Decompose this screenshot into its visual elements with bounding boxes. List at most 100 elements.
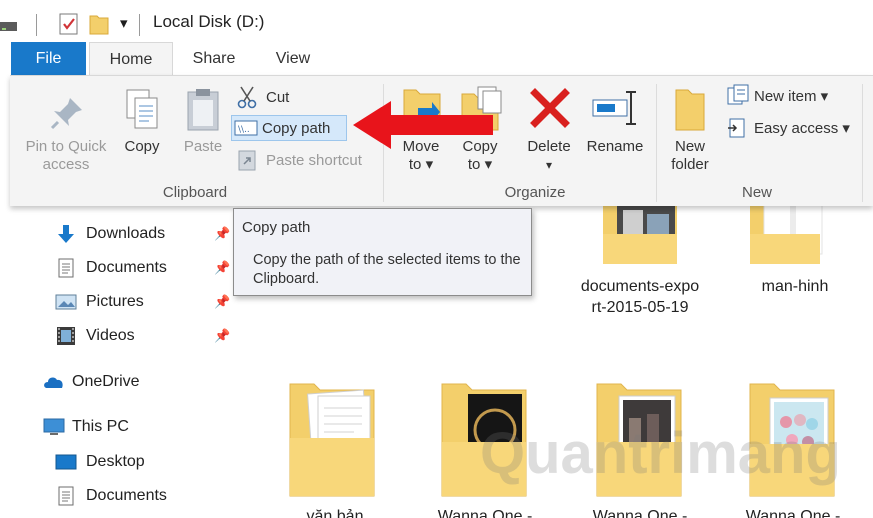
copy-icon: [126, 89, 158, 129]
title-separator: [36, 14, 37, 36]
copy-button[interactable]: Copy: [117, 86, 167, 166]
nav-item-label: Documents: [86, 259, 167, 276]
button-label: New: [674, 138, 705, 155]
tab-file[interactable]: File: [11, 42, 86, 75]
delete-button[interactable]: Delete ▾: [518, 84, 580, 182]
nav-item-documents-pc[interactable]: Documents: [55, 483, 167, 509]
new-folder-quick-icon[interactable]: [88, 12, 110, 36]
button-label: Copy: [124, 138, 160, 155]
desktop-icon: [55, 454, 77, 470]
group-separator: [656, 84, 657, 202]
pin-icon: [50, 98, 82, 130]
nav-item-label: Desktop: [86, 453, 145, 470]
nav-item-label: Documents: [86, 487, 167, 504]
svg-text:\\..: \\..: [238, 125, 250, 135]
easy-access-icon: [728, 118, 745, 138]
folder-icon: [603, 200, 677, 264]
computer-icon: [43, 418, 65, 435]
documents-icon: [58, 258, 74, 278]
cut-button[interactable]: Cut: [236, 84, 289, 110]
file-name[interactable]: Wanna One -: [420, 506, 550, 518]
folder-thumbnail[interactable]: [288, 378, 380, 498]
tooltip-title: Copy path: [242, 219, 311, 236]
paste-shortcut-button[interactable]: Paste shortcut: [236, 147, 362, 173]
nav-item-documents[interactable]: Documents: [55, 255, 167, 281]
new-item-button[interactable]: New item ▾: [726, 83, 828, 109]
nav-item-label: Downloads: [86, 225, 166, 242]
button-label: folder: [671, 156, 709, 173]
button-label: Pin to Quick: [25, 138, 107, 155]
file-name-line: rt-2015-05-19: [591, 299, 689, 316]
new-folder-button[interactable]: New folder: [662, 84, 718, 182]
properties-icon[interactable]: [58, 12, 80, 36]
pin-icon[interactable]: 📌: [214, 260, 230, 276]
drive-icon[interactable]: [0, 19, 18, 33]
clipboard-icon: [187, 89, 219, 131]
ribbon-tab-strip: File Home Share View: [0, 42, 873, 76]
nav-item-desktop[interactable]: Desktop: [55, 449, 145, 475]
paste-button[interactable]: Paste: [177, 86, 229, 166]
group-label-organize: Organize: [504, 184, 566, 201]
file-name-line: documents-expo: [580, 278, 700, 295]
file-explorer-window: ▾ Local Disk (D:) File Home Share View D…: [0, 0, 873, 518]
pin-to-quick-access-button[interactable]: Pin to Quick access: [18, 92, 114, 182]
button-label: Rename: [586, 138, 644, 155]
callout-arrow-icon: [353, 101, 493, 149]
button-label: access: [42, 156, 90, 173]
nav-item-this-pc[interactable]: This PC: [43, 414, 129, 440]
nav-item-label: Pictures: [86, 293, 144, 310]
pictures-icon: [55, 294, 77, 310]
nav-item-label: This PC: [72, 418, 129, 435]
title-separator: [139, 14, 140, 36]
folder-icon: [750, 199, 823, 264]
delete-dropdown-icon[interactable]: ▾: [518, 156, 580, 174]
nav-item-onedrive[interactable]: OneDrive: [43, 369, 140, 395]
group-label-clipboard: Clipboard: [162, 184, 228, 201]
group-label-new: New: [741, 184, 772, 201]
file-name[interactable]: documents-expo rt-2015-05-19: [570, 276, 710, 318]
navigation-pane: Downloads 📌 Documents 📌 Pictures 📌 Video…: [0, 206, 240, 518]
nav-item-downloads[interactable]: Downloads: [55, 221, 165, 247]
button-label: Paste shortcut: [266, 151, 362, 169]
tab-view[interactable]: View: [262, 42, 324, 75]
folder-documents-icon: [289, 383, 375, 497]
button-label: New item ▾: [754, 88, 829, 105]
folder-thumbnail[interactable]: [595, 200, 685, 270]
nav-item-pictures[interactable]: Pictures: [55, 289, 144, 315]
ribbon-home: Pin to Quick access Copy Paste Cut \\.. …: [10, 75, 873, 206]
file-name[interactable]: man-hinh: [730, 276, 860, 297]
copy-path-tooltip: Copy path Copy the path of the selected …: [233, 208, 532, 296]
cloud-icon: [44, 377, 63, 388]
file-name[interactable]: văn bản: [270, 506, 400, 518]
button-label: Copy path: [262, 119, 331, 137]
new-item-icon: [727, 84, 749, 105]
nav-item-label: OneDrive: [72, 373, 140, 390]
rename-icon: [592, 91, 636, 125]
button-label: to ▾: [408, 156, 434, 173]
nav-item-label: Videos: [86, 327, 135, 344]
button-label: Paste: [183, 138, 223, 155]
title-bar: ▾ Local Disk (D:): [0, 0, 873, 46]
window-title: Local Disk (D:): [153, 12, 265, 31]
folder-thumbnail[interactable]: [748, 199, 838, 270]
nav-item-videos[interactable]: Videos: [55, 323, 135, 349]
scissors-icon: [237, 86, 257, 109]
pin-icon[interactable]: 📌: [214, 226, 230, 242]
rename-button[interactable]: Rename: [583, 84, 647, 182]
file-name[interactable]: Wanna One -: [575, 506, 705, 518]
pin-icon[interactable]: 📌: [214, 328, 230, 344]
tab-share[interactable]: Share: [180, 42, 248, 75]
watermark-logo: Quantrimang: [480, 421, 841, 486]
button-label: to ▾: [467, 156, 493, 173]
easy-access-button[interactable]: Easy access ▾: [726, 115, 850, 141]
customize-toolbar-dropdown-icon[interactable]: ▾: [120, 14, 128, 32]
button-label: Easy access ▾: [754, 120, 850, 137]
file-name[interactable]: Wanna One -: [728, 506, 858, 518]
download-arrow-icon: [58, 225, 74, 243]
documents-icon: [58, 486, 74, 506]
copy-path-icon: \\..: [234, 120, 258, 136]
tab-home[interactable]: Home: [89, 42, 173, 76]
pin-icon[interactable]: 📌: [214, 294, 230, 310]
group-separator: [862, 84, 863, 202]
copy-path-button[interactable]: \\.. Copy path: [231, 115, 347, 141]
